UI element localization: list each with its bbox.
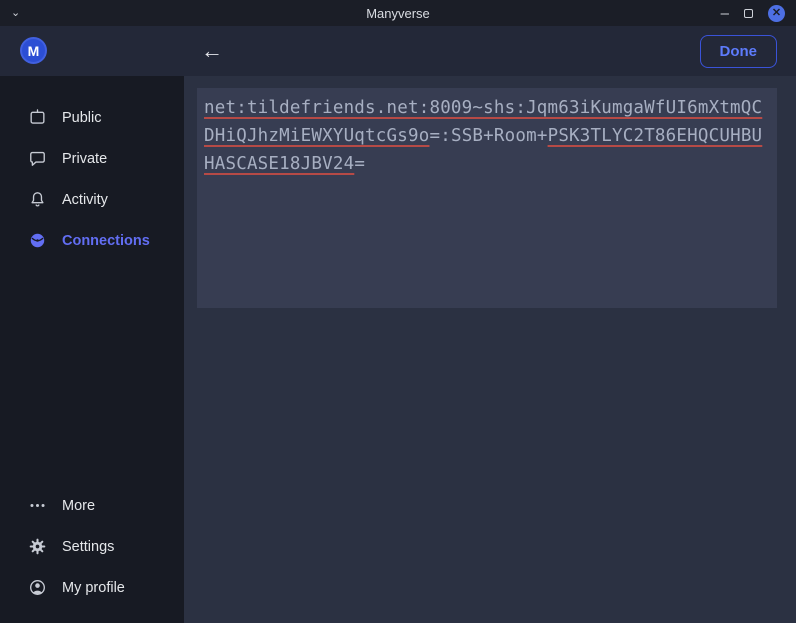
invite-code-line: net:tildefriends.net:8009~shs:Jqm63iKumg… <box>204 94 770 122</box>
close-button[interactable]: ✕ <box>768 5 785 22</box>
invite-code-segment: =: <box>429 126 450 146</box>
window-title: Manyverse <box>0 6 796 21</box>
sidebar-item-label: Activity <box>62 192 108 208</box>
invite-code-segment: = <box>354 154 365 174</box>
back-button[interactable]: ← <box>201 40 223 62</box>
sidebar-item-label: My profile <box>62 580 125 596</box>
invite-code-segment: net:tildefriends.net:8009~shs:Jqm63iKumg… <box>204 98 762 118</box>
sidebar-item-activity[interactable]: Activity <box>0 179 184 220</box>
speech-bubble-icon <box>27 149 47 169</box>
gear-icon <box>27 537 47 557</box>
window-menu-chevron-icon[interactable]: ⌄ <box>11 8 20 19</box>
bell-icon <box>27 190 47 210</box>
sidebar-item-label: More <box>62 498 95 514</box>
sidebar-item-label: Public <box>62 110 102 126</box>
sidebar-item-settings[interactable]: Settings <box>0 526 184 567</box>
sidebar-item-public[interactable]: Public <box>0 97 184 138</box>
invite-code-segment: PSK3TLYC2T86EHQCUHBU <box>548 126 763 146</box>
invite-code-line: HASCASE18JBV24= <box>204 150 770 178</box>
sidebar-item-more[interactable]: More <box>0 485 184 526</box>
sidebar-item-my-profile[interactable]: My profile <box>0 567 184 608</box>
invite-code-segment: SSB+Room+ <box>451 126 548 146</box>
sidebar-nav: Public Private Activity <box>0 76 184 261</box>
sidebar-item-connections[interactable]: Connections <box>0 220 184 261</box>
manyverse-logo: M <box>20 37 47 64</box>
ellipsis-icon <box>27 496 47 516</box>
sidebar-footer: More <box>0 485 184 623</box>
sidebar: Public Private Activity <box>0 76 184 623</box>
done-button[interactable]: Done <box>700 35 778 68</box>
sidebar-item-label: Settings <box>62 539 114 555</box>
sidebar-item-label: Connections <box>62 233 150 249</box>
bulletin-board-icon <box>27 108 47 128</box>
main-content: net:tildefriends.net:8009~shs:Jqm63iKumg… <box>184 76 796 623</box>
person-circle-icon <box>27 578 47 598</box>
network-circle-icon <box>27 231 47 251</box>
window-controls: – ✕ <box>721 5 796 22</box>
sidebar-item-label: Private <box>62 151 107 167</box>
sidebar-item-private[interactable]: Private <box>0 138 184 179</box>
invite-code-segment: DHiQJhzMiEWXYUqtcGs9o <box>204 126 429 146</box>
restore-button[interactable] <box>744 9 753 18</box>
minimize-button[interactable]: – <box>721 6 729 21</box>
app-header: M ← Done <box>0 26 796 76</box>
invite-code-input[interactable]: net:tildefriends.net:8009~shs:Jqm63iKumg… <box>197 88 777 308</box>
invite-code-segment: HASCASE18JBV24 <box>204 154 354 174</box>
invite-code-line: DHiQJhzMiEWXYUqtcGs9o=:SSB+Room+PSK3TLYC… <box>204 122 770 150</box>
window-titlebar: ⌄ Manyverse – ✕ <box>0 0 796 26</box>
